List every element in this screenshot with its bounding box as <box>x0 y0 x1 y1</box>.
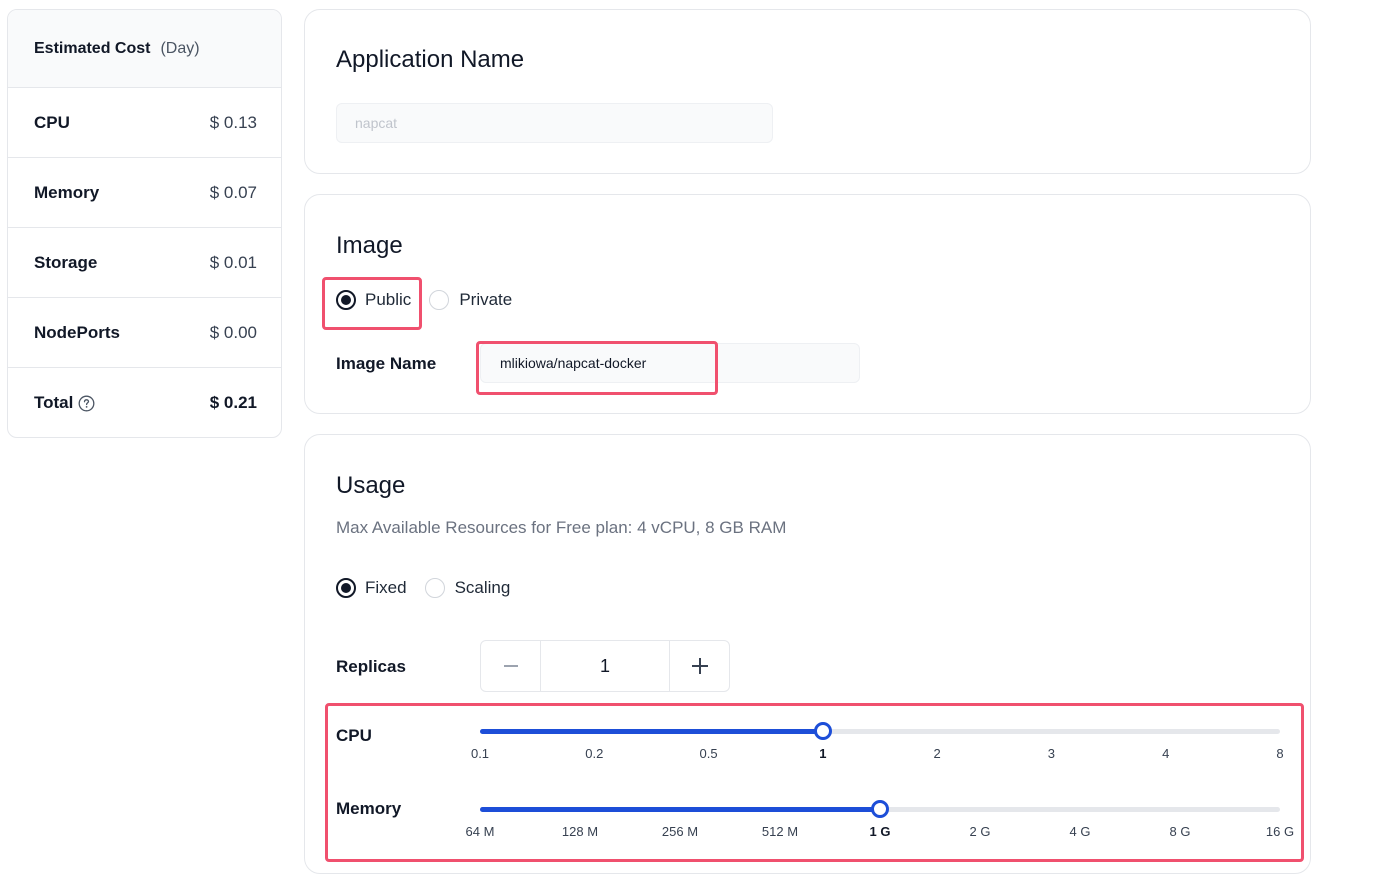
image-name-value: mlikiowa/napcat-docker <box>500 355 647 371</box>
usage-mode-radio-group: Fixed Scaling <box>336 578 510 598</box>
memory-tick-label[interactable]: 4 G <box>1070 824 1091 839</box>
cost-row-total: Total $ 0.21 <box>8 368 281 437</box>
memory-tick-label[interactable]: 8 G <box>1170 824 1191 839</box>
cpu-tick-label[interactable]: 1 <box>819 746 826 761</box>
application-name-title: Application Name <box>336 46 525 73</box>
memory-tick-label[interactable]: 1 G <box>870 824 891 839</box>
cost-value: $ 0.13 <box>209 112 257 132</box>
cpu-tick-label[interactable]: 3 <box>1048 746 1055 761</box>
radio-private[interactable]: Private <box>429 290 512 310</box>
cost-header: Estimated Cost (Day) <box>8 10 281 88</box>
memory-tick-label[interactable]: 2 G <box>970 824 991 839</box>
image-visibility-radio-group: Public Private <box>336 290 512 310</box>
cost-value: $ 0.00 <box>209 322 257 342</box>
decrement-button[interactable] <box>481 641 541 691</box>
replicas-label: Replicas <box>336 657 406 676</box>
cost-row-storage: Storage $ 0.01 <box>8 228 281 298</box>
usage-subtitle: Max Available Resources for Free plan: 4… <box>336 518 787 537</box>
cpu-slider[interactable]: 0.1 0.2 0.5 1 2 3 4 8 <box>471 722 1284 761</box>
cpu-tick-label[interactable]: 2 <box>934 746 941 761</box>
cost-label: NodePorts <box>34 322 120 342</box>
radio-fixed-indicator[interactable] <box>336 578 356 598</box>
estimated-cost-panel: Estimated Cost (Day) CPU $ 0.13 Memory $… <box>7 9 282 438</box>
cost-label: Storage <box>34 252 98 272</box>
total-label: Total <box>34 393 74 412</box>
application-name-card: Application Name napcat <box>304 9 1311 174</box>
replicas-value[interactable]: 1 <box>541 641 669 691</box>
usage-card: Usage Max Available Resources for Free p… <box>304 434 1311 874</box>
image-name-input[interactable]: mlikiowa/napcat-docker <box>480 343 860 383</box>
radio-private-indicator[interactable] <box>429 290 450 310</box>
plus-icon <box>691 658 708 674</box>
cost-period: (Day) <box>160 39 200 57</box>
cost-title: Estimated Cost <box>34 39 151 57</box>
cost-row-cpu: CPU $ 0.13 <box>8 88 281 158</box>
memory-slider[interactable]: 64 M 128 M 256 M 512 M 1 G 2 G 4 G 8 G 16 G <box>466 800 1294 839</box>
cost-label: Memory <box>34 182 100 202</box>
memory-label: Memory <box>336 799 402 818</box>
memory-tick-label[interactable]: 256 M <box>662 824 698 839</box>
help-circle-icon[interactable] <box>78 395 95 412</box>
image-name-label: Image Name <box>336 354 437 373</box>
radio-public[interactable]: Public <box>336 290 411 310</box>
memory-tick-label[interactable]: 128 M <box>562 824 598 839</box>
memory-tick-label[interactable]: 16 G <box>1266 824 1294 839</box>
cpu-label: CPU <box>336 726 372 745</box>
usage-title: Usage <box>336 472 406 499</box>
radio-public-indicator[interactable] <box>336 290 356 310</box>
radio-scaling-label: Scaling <box>454 578 511 597</box>
cpu-slider-fill <box>480 729 823 734</box>
cost-value: $ 0.07 <box>209 182 257 202</box>
cpu-tick-label[interactable]: 4 <box>1162 746 1169 761</box>
radio-fixed-label: Fixed <box>365 578 407 597</box>
cpu-tick-label[interactable]: 0.1 <box>471 746 489 761</box>
application-name-input[interactable]: napcat <box>336 103 773 143</box>
application-name-placeholder: napcat <box>355 115 398 131</box>
radio-scaling-indicator[interactable] <box>424 578 445 598</box>
cost-label: CPU <box>34 112 70 132</box>
image-title: Image <box>336 232 403 259</box>
cost-row-memory: Memory $ 0.07 <box>8 158 281 228</box>
memory-slider-fill <box>480 807 880 812</box>
cpu-tick-label[interactable]: 0.5 <box>700 746 718 761</box>
replicas-stepper: 1 <box>480 640 730 692</box>
cost-row-nodeports: NodePorts $ 0.00 <box>8 298 281 368</box>
radio-fixed[interactable]: Fixed <box>336 578 407 598</box>
cpu-slider-thumb[interactable] <box>813 722 832 740</box>
radio-public-label: Public <box>365 290 412 309</box>
minus-icon <box>503 665 518 667</box>
image-card: Image Public Private Image Name mlikiowa… <box>304 194 1311 414</box>
radio-scaling[interactable]: Scaling <box>424 578 511 598</box>
memory-tick-label[interactable]: 64 M <box>466 824 495 839</box>
cpu-tick-label[interactable]: 0.2 <box>585 746 603 761</box>
increment-button[interactable] <box>669 641 729 691</box>
memory-slider-thumb[interactable] <box>871 800 889 818</box>
total-label-group: Total <box>34 393 95 413</box>
memory-tick-label[interactable]: 512 M <box>762 824 798 839</box>
cpu-tick-label[interactable]: 8 <box>1276 746 1283 761</box>
total-value: $ 0.21 <box>209 393 257 412</box>
cost-value: $ 0.01 <box>209 252 257 272</box>
radio-private-label: Private <box>459 290 513 309</box>
